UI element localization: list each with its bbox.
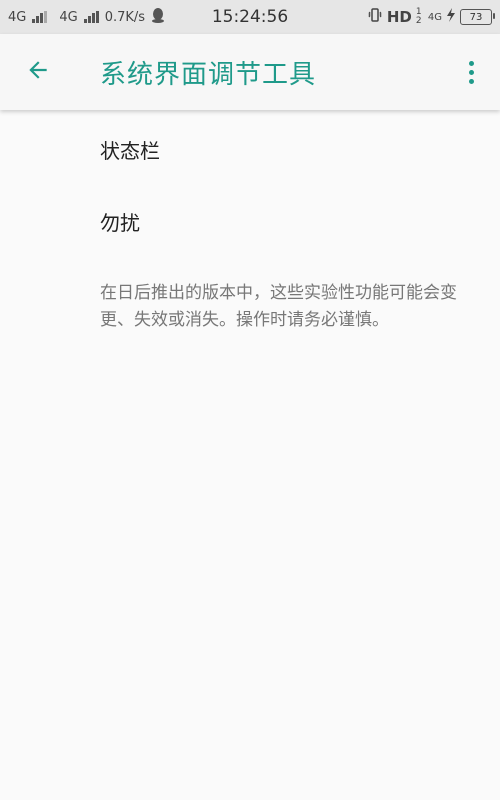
network-label-3: 4G: [427, 11, 442, 23]
list-item-do-not-disturb[interactable]: 勿扰: [0, 185, 500, 257]
back-button[interactable]: [18, 54, 58, 90]
status-bar: 4G 4G 0.7K/s 15:24:56 HD 1 2 4G 73: [0, 0, 500, 34]
experimental-warning-text: 在日后推出的版本中，这些实验性功能可能会变更、失效或消失。操作时请务必谨慎。: [100, 283, 457, 330]
more-vert-icon-dot: [468, 69, 474, 75]
hd-label: HD: [386, 8, 412, 26]
app-bar: 系统界面调节工具: [0, 34, 500, 110]
list-item-label: 勿扰: [100, 210, 140, 235]
hd-sub-label: 1 2: [415, 7, 422, 26]
list-item-status-bar[interactable]: 状态栏: [0, 113, 500, 185]
list-item-label: 状态栏: [100, 138, 160, 163]
battery-level: 73: [469, 11, 483, 23]
vibrate-icon: [367, 7, 383, 27]
more-vert-icon-dot: [468, 60, 474, 66]
more-options-button[interactable]: [456, 56, 486, 88]
page-title: 系统界面调节工具: [100, 59, 317, 90]
battery-icon: 73: [460, 9, 495, 25]
status-bar-right: HD 1 2 4G 73: [367, 0, 495, 34]
more-vert-icon-dot: [468, 78, 474, 84]
charging-icon: [446, 8, 456, 26]
arrow-left-icon: [25, 57, 51, 87]
